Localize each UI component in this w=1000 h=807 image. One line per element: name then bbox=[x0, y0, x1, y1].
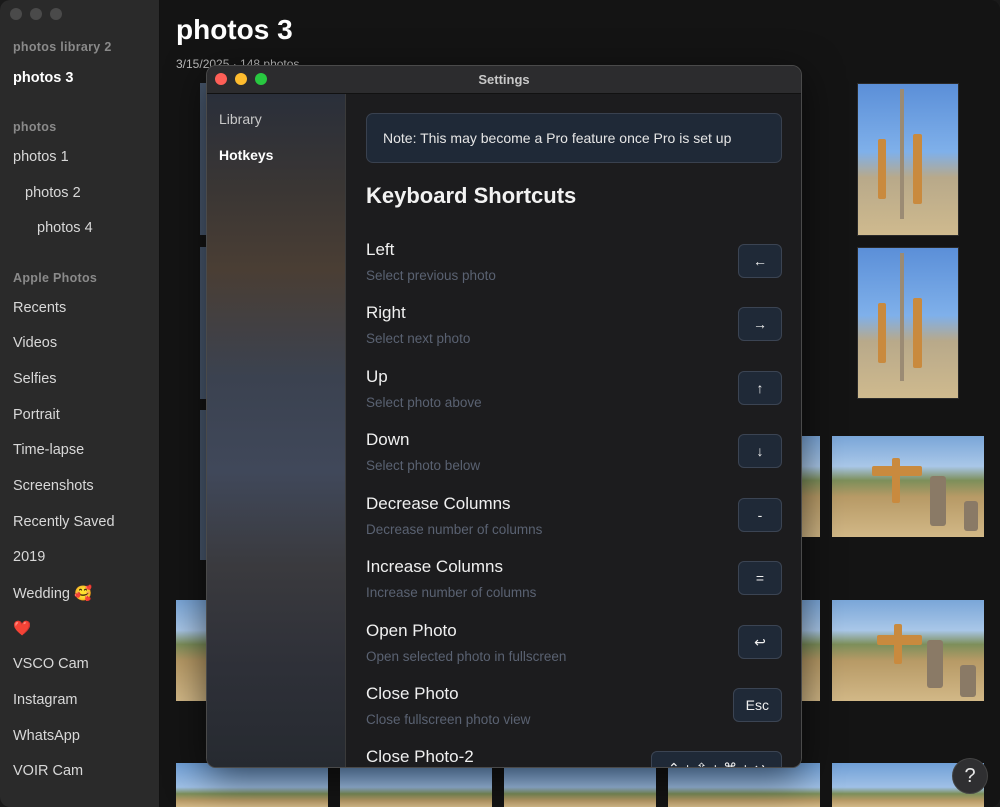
shortcut-row-close-photo-2: Close Photo-2 ⌃ + ⇧ + ⌘ + ↩ bbox=[366, 747, 782, 767]
sidebar-item-videos[interactable]: Videos bbox=[13, 335, 57, 351]
shortcut-name: Up bbox=[366, 367, 388, 386]
settings-title: Settings bbox=[478, 72, 530, 87]
help-icon: ? bbox=[964, 764, 976, 787]
photo-thumbnail[interactable] bbox=[504, 763, 656, 807]
photo-thumbnail[interactable] bbox=[857, 247, 959, 399]
photo-thumbnail[interactable] bbox=[832, 600, 984, 701]
shortcut-name: Increase Columns bbox=[366, 557, 504, 576]
sidebar-section-photos: photos bbox=[13, 120, 57, 134]
settings-titlebar[interactable]: Settings bbox=[207, 66, 801, 94]
sidebar-library-header[interactable]: photos library 2 bbox=[13, 40, 112, 54]
shortcut-row-increase-columns: Increase Columns Increase number of colu… bbox=[366, 557, 782, 609]
shortcut-key-button[interactable]: ← bbox=[738, 244, 782, 278]
shortcut-row-decrease-columns: Decrease Columns Decrease number of colu… bbox=[366, 494, 782, 546]
shortcut-description: Select photo below bbox=[366, 458, 481, 473]
minimize-icon[interactable] bbox=[30, 8, 42, 20]
sidebar-section-apple-photos: Apple Photos bbox=[13, 271, 98, 285]
hotkeys-pane: Note: This may become a Pro feature once… bbox=[346, 94, 801, 767]
keyboard-shortcuts-heading: Keyboard Shortcuts bbox=[366, 183, 577, 208]
shortcut-key-button[interactable]: Esc bbox=[732, 688, 782, 722]
shortcut-row-up: Up Select photo above ↑ bbox=[366, 367, 782, 419]
sidebar-item-vsco-cam[interactable]: VSCO Cam bbox=[13, 656, 89, 672]
sidebar-item-time-lapse[interactable]: Time-lapse bbox=[13, 442, 84, 458]
sidebar-item-selfies[interactable]: Selfies bbox=[13, 371, 57, 387]
shortcut-name: Right bbox=[366, 303, 406, 322]
shortcut-description: Select previous photo bbox=[366, 268, 496, 283]
pro-note-text: Note: This may become a Pro feature once… bbox=[383, 130, 732, 146]
photo-thumbnail[interactable] bbox=[857, 83, 959, 236]
sidebar-item-photos-2[interactable]: photos 2 bbox=[25, 185, 81, 201]
page-title: photos 3 bbox=[176, 14, 293, 45]
shortcut-description: Decrease number of columns bbox=[366, 522, 543, 537]
shortcut-row-right: Right Select next photo → bbox=[366, 303, 782, 355]
sidebar-item-photos-3[interactable]: photos 3 bbox=[13, 70, 73, 86]
photo-thumbnail[interactable] bbox=[668, 763, 820, 807]
photo-thumbnail[interactable] bbox=[176, 600, 208, 701]
sidebar-item-voir-cam[interactable]: VOIR Cam bbox=[13, 763, 83, 779]
shortcut-row-open-photo: Open Photo Open selected photo in fullsc… bbox=[366, 621, 782, 673]
shortcut-row-close-photo: Close Photo Close fullscreen photo view … bbox=[366, 684, 782, 736]
sidebar-item-instagram[interactable]: Instagram bbox=[13, 692, 77, 708]
shortcut-name: Left bbox=[366, 240, 395, 259]
sidebar-item-photos-4[interactable]: photos 4 bbox=[37, 220, 93, 236]
shortcut-description: Select next photo bbox=[366, 331, 471, 346]
sidebar: photos library 2 photos 3 photos photos … bbox=[0, 0, 160, 807]
sidebar-item-wedding[interactable]: Wedding 🥰 bbox=[13, 585, 92, 602]
shortcut-key-button[interactable]: → bbox=[738, 307, 782, 341]
shortcut-name: Open Photo bbox=[366, 621, 457, 640]
shortcut-name: Decrease Columns bbox=[366, 494, 511, 513]
main-window: photos library 2 photos 3 photos photos … bbox=[0, 0, 1000, 807]
shortcut-key-button[interactable]: ↓ bbox=[738, 434, 782, 468]
photo-thumbnail[interactable] bbox=[176, 763, 328, 807]
shortcut-description: Open selected photo in fullscreen bbox=[366, 649, 567, 664]
settings-nav: Library Hotkeys bbox=[207, 94, 346, 767]
shortcut-name: Down bbox=[366, 430, 410, 449]
shortcut-description: Close fullscreen photo view bbox=[366, 712, 531, 727]
sidebar-item-recently-saved[interactable]: Recently Saved bbox=[13, 514, 115, 530]
shortcut-description: Select photo above bbox=[366, 395, 482, 410]
photo-thumbnail[interactable] bbox=[802, 436, 820, 537]
settings-window: Settings Library Hotkeys Note: This may … bbox=[206, 65, 802, 768]
shortcut-key-button[interactable]: ⌃ + ⇧ + ⌘ + ↩ bbox=[650, 751, 782, 767]
shortcut-key-button[interactable]: ↩ bbox=[738, 625, 782, 659]
shortcut-key-button[interactable]: - bbox=[738, 498, 782, 532]
sidebar-item-heart[interactable]: ❤️ bbox=[13, 620, 31, 637]
photo-thumbnail[interactable] bbox=[802, 600, 820, 701]
pro-note-banner: Note: This may become a Pro feature once… bbox=[366, 113, 782, 163]
shortcut-description: Increase number of columns bbox=[366, 585, 537, 600]
photo-thumbnail[interactable] bbox=[832, 436, 984, 537]
photo-thumbnail[interactable] bbox=[340, 763, 492, 807]
sidebar-item-portrait[interactable]: Portrait bbox=[13, 407, 60, 423]
settings-nav-library[interactable]: Library bbox=[219, 111, 262, 127]
sidebar-item-recents[interactable]: Recents bbox=[13, 300, 66, 316]
sidebar-item-2019[interactable]: 2019 bbox=[13, 549, 45, 565]
shortcut-row-left: Left Select previous photo ← bbox=[366, 240, 782, 292]
settings-nav-hotkeys[interactable]: Hotkeys bbox=[219, 147, 273, 163]
zoom-icon[interactable] bbox=[50, 8, 62, 20]
shortcut-name: Close Photo-2 bbox=[366, 747, 474, 766]
sidebar-item-photos-1[interactable]: photos 1 bbox=[13, 149, 69, 165]
help-button[interactable]: ? bbox=[952, 758, 988, 794]
shortcut-row-down: Down Select photo below ↓ bbox=[366, 430, 782, 482]
sidebar-item-screenshots[interactable]: Screenshots bbox=[13, 478, 94, 494]
close-icon[interactable] bbox=[10, 8, 22, 20]
shortcut-name: Close Photo bbox=[366, 684, 459, 703]
window-controls bbox=[10, 8, 62, 20]
sidebar-item-whatsapp[interactable]: WhatsApp bbox=[13, 728, 80, 744]
shortcut-key-button[interactable]: = bbox=[738, 561, 782, 595]
shortcut-key-button[interactable]: ↑ bbox=[738, 371, 782, 405]
